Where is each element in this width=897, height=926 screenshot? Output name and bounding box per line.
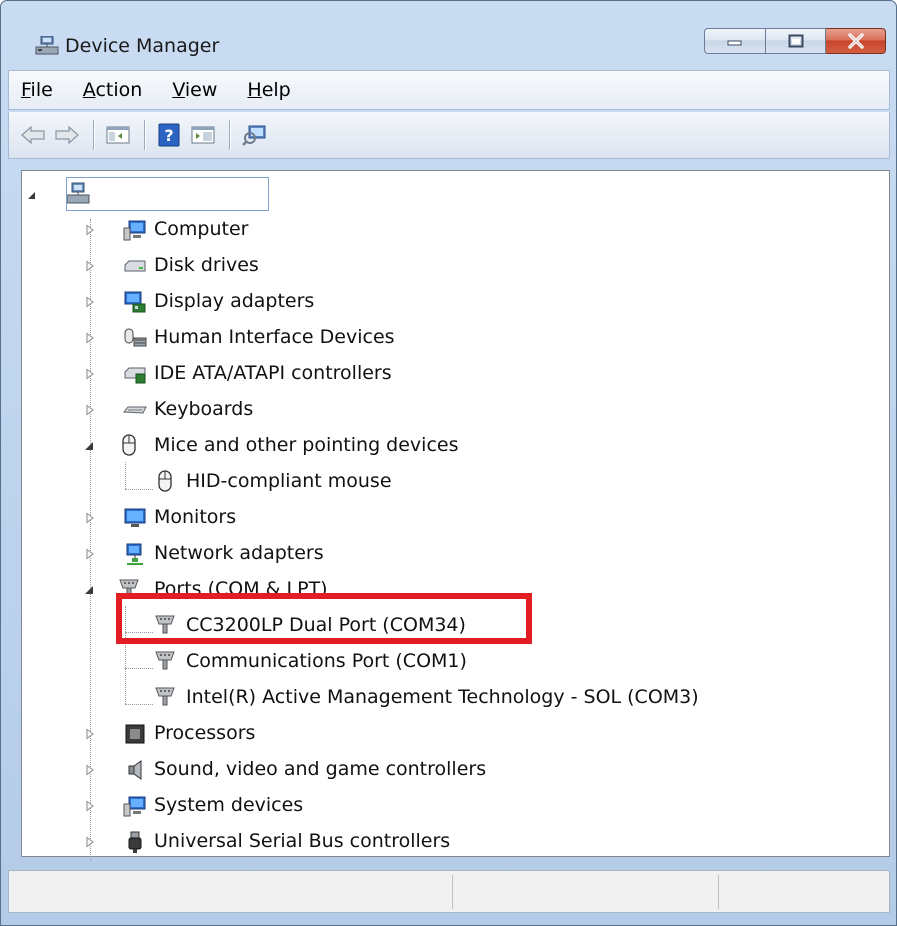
menu-view[interactable]: View <box>160 79 235 101</box>
menu-action-accel: A <box>82 79 96 101</box>
device-manager-window: Device Manager File Action View Help ? C… <box>0 0 897 926</box>
menu-help-accel: H <box>247 79 262 101</box>
expand-arrow-icon[interactable] <box>84 764 96 776</box>
status-bar <box>8 870 890 913</box>
tree-item-label: System devices <box>154 794 304 816</box>
tree-item-label: Mice and other pointing devices <box>154 434 459 456</box>
tree-connector <box>125 668 153 669</box>
menu-help[interactable]: Help <box>235 79 308 101</box>
tree-item-label: Intel(R) Active Management Technology - … <box>186 686 699 708</box>
sound-icon <box>128 760 142 780</box>
collapse-arrow-icon[interactable] <box>84 584 96 596</box>
properties-icon <box>191 126 215 144</box>
hid-icon <box>124 328 147 347</box>
tree-item-label: Sound, video and game controllers <box>154 758 487 780</box>
menu-help-label: elp <box>261 79 291 101</box>
tree-item-label: Keyboards <box>154 398 254 420</box>
back-button[interactable] <box>19 121 47 149</box>
collapse-arrow-icon[interactable] <box>84 440 96 452</box>
expand-arrow-icon[interactable] <box>84 332 96 344</box>
expand-arrow-icon[interactable] <box>84 512 96 524</box>
menu-file-accel: F <box>21 79 31 101</box>
expand-arrow-icon[interactable] <box>84 260 96 272</box>
scan-hardware-icon <box>242 125 266 146</box>
menu-action[interactable]: Action <box>71 79 161 101</box>
usb-icon <box>128 831 142 853</box>
minimize-button[interactable] <box>704 28 766 54</box>
expand-arrow-icon[interactable] <box>84 368 96 380</box>
status-bar-divider <box>718 875 719 909</box>
tree-connector <box>125 704 153 705</box>
expand-arrow-icon[interactable] <box>84 836 96 848</box>
tree-item-label: HID-compliant mouse <box>186 470 392 492</box>
tree-connector <box>125 462 126 489</box>
tree-item-label: Network adapters <box>154 542 324 564</box>
minimize-icon <box>727 40 742 46</box>
close-button[interactable] <box>826 28 886 54</box>
root-node-name-box[interactable] <box>66 177 269 211</box>
menu-view-accel: V <box>172 79 185 101</box>
expand-arrow-icon[interactable] <box>84 548 96 560</box>
tree-item-label: Human Interface Devices <box>154 326 395 348</box>
tree-connector <box>125 489 153 490</box>
keyboard-icon <box>123 406 147 414</box>
toolbar-separator <box>93 120 94 150</box>
window-title: Device Manager <box>65 35 220 57</box>
collapse-arrow-icon[interactable] <box>26 189 38 201</box>
help-icon: ? <box>158 123 180 147</box>
port-icon <box>155 651 175 670</box>
menu-file[interactable]: File <box>9 79 71 101</box>
expand-arrow-icon[interactable] <box>84 800 96 812</box>
menu-file-label: ile <box>30 79 53 101</box>
toolbar: ? <box>8 112 890 159</box>
forward-button[interactable] <box>53 121 81 149</box>
mouse-icon <box>158 470 172 492</box>
tree-item-label: Computer <box>154 218 249 240</box>
window-controls <box>704 28 886 54</box>
system-devices-icon <box>123 796 146 817</box>
ide-controller-icon <box>124 367 146 384</box>
close-icon <box>847 33 864 49</box>
processor-icon <box>125 724 145 744</box>
toolbar-separator <box>229 120 230 150</box>
show-hide-console-tree-icon <box>106 126 130 144</box>
device-tree[interactable]: Computer Disk drives Display adapters Hu… <box>21 170 890 861</box>
show-hide-console-tree-button[interactable] <box>104 121 132 149</box>
port-icon <box>155 687 175 706</box>
monitor-icon <box>124 508 146 527</box>
expand-arrow-icon[interactable] <box>84 296 96 308</box>
computer-icon <box>123 220 146 241</box>
display-adapter-icon <box>124 291 146 313</box>
expand-arrow-icon[interactable] <box>84 404 96 416</box>
tree-item-label: Display adapters <box>154 290 315 312</box>
status-bar-divider <box>452 875 453 909</box>
scan-hardware-button[interactable] <box>240 121 268 149</box>
tree-item-label: Processors <box>154 722 256 744</box>
tree-item-label: IDE ATA/ATAPI controllers <box>154 362 392 384</box>
disk-drive-icon <box>124 260 146 272</box>
tree-item-label: Universal Serial Bus controllers <box>154 830 451 852</box>
help-button[interactable]: ? <box>155 121 183 149</box>
tree-item-label: Communications Port (COM1) <box>186 650 467 672</box>
highlight-box <box>116 593 532 644</box>
network-adapter-icon <box>126 543 143 565</box>
menu-view-label: iew <box>184 79 218 101</box>
menu-bar: File Action View Help <box>8 70 890 110</box>
maximize-icon <box>788 34 803 48</box>
svg-text:?: ? <box>164 126 173 145</box>
properties-button[interactable] <box>189 121 217 149</box>
title-bar[interactable]: Device Manager <box>1 1 896 67</box>
back-icon <box>21 125 45 145</box>
tree-item-label: Monitors <box>154 506 237 528</box>
maximize-button[interactable] <box>766 28 826 54</box>
device-manager-icon <box>35 36 59 55</box>
toolbar-separator <box>144 120 145 150</box>
expand-arrow-icon[interactable] <box>84 728 96 740</box>
tree-item-label: Disk drives <box>154 254 259 276</box>
mouse-icon <box>122 434 136 456</box>
forward-icon <box>55 125 79 145</box>
expand-arrow-icon[interactable] <box>84 224 96 236</box>
menu-action-label: ction <box>95 79 143 101</box>
